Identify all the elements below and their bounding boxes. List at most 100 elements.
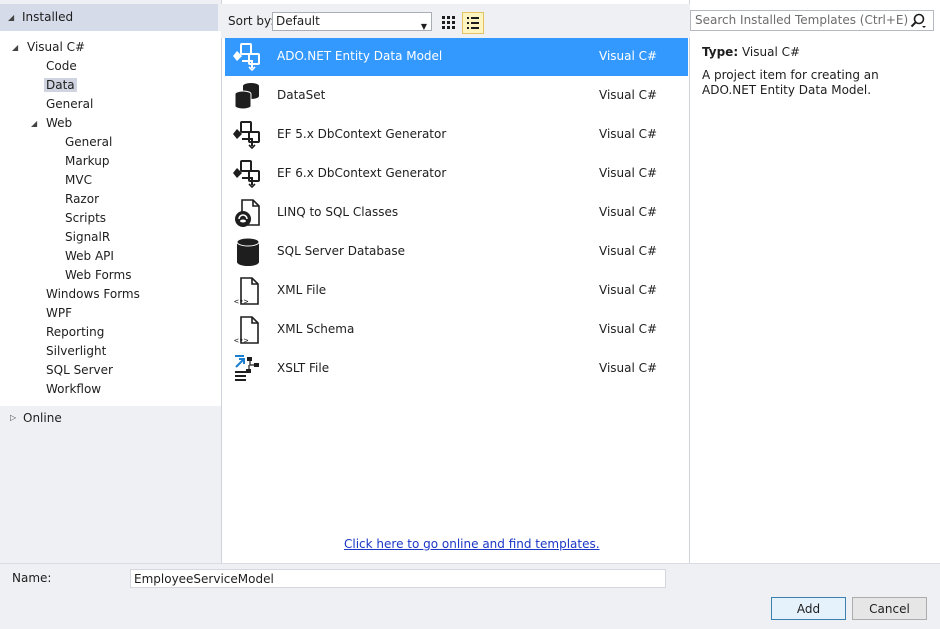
tree-item-label: Workflow [46,382,102,396]
name-input[interactable] [130,569,666,588]
tree-item-wpf[interactable]: WPF [46,305,72,322]
svg-text:<•>: <•> [234,336,249,345]
dataset-icon [232,80,264,112]
tree-item-signalr[interactable]: SignalR [65,229,110,246]
xml-file-icon: <•> [232,314,264,346]
tree-item-label: General [65,135,113,149]
type-value: Visual C# [741,45,801,59]
template-description: A project item for creating an ADO.NET E… [702,68,879,97]
name-label: Name: [12,571,52,585]
tree-item-visual-c-[interactable]: ◢ Visual C# [12,39,86,56]
tree-item-razor[interactable]: Razor [65,191,99,208]
sort-dropdown[interactable]: Default ▼ [272,12,432,31]
tree-node-label: Installed [22,10,74,24]
xslt-icon [232,353,264,385]
add-button[interactable]: Add [771,597,846,620]
tree-item-web-api[interactable]: Web API [65,248,114,265]
tree-item-web[interactable]: ◢ Web [31,115,73,132]
template-row[interactable]: <•> XML File Visual C# [225,272,688,310]
tree-item-label: Scripts [65,211,107,225]
tree-item-label: Markup [65,154,110,168]
tree-item-general[interactable]: General [65,134,112,151]
template-language: Visual C# [599,283,658,297]
tree-item-reporting[interactable]: Reporting [46,324,104,341]
tree-item-label: Data [44,78,77,92]
tree-item-markup[interactable]: Markup [65,153,109,170]
list-view-icon [467,17,479,29]
entity-model-icon [232,41,264,73]
search-icon[interactable] [909,12,927,30]
tree-item-workflow[interactable]: Workflow [46,381,101,398]
tree-item-label: Reporting [46,325,105,339]
template-row[interactable]: EF 6.x DbContext Generator Visual C# [225,155,688,193]
type-label: Type: [702,45,739,59]
tree-item-sql-server[interactable]: SQL Server [46,362,113,379]
tree-item-label: WPF [46,306,73,320]
search-placeholder: Search Installed Templates (Ctrl+E) [695,13,909,27]
template-toolbar: Sort by: Default ▼ [221,4,690,38]
template-name: SQL Server Database [277,244,405,258]
template-row[interactable]: DataSet Visual C# [225,77,688,115]
entity-model-icon [232,119,264,151]
tree-item-scripts[interactable]: Scripts [65,210,106,227]
collapsed-triangle-icon[interactable]: ▷ [10,414,16,422]
tree-item-label: Visual C# [27,40,86,54]
tree-item-data[interactable]: Data [44,77,77,94]
chevron-down-icon: ▼ [420,22,427,31]
tree-item-label: Silverlight [46,344,107,358]
template-name: XSLT File [277,361,330,375]
search-input[interactable]: Search Installed Templates (Ctrl+E) [690,10,934,31]
template-language: Visual C# [599,49,658,63]
tree-item-label: Code [46,59,77,73]
tree-item-label: Web [46,116,73,130]
linq-icon [232,197,264,229]
template-language: Visual C# [599,127,658,141]
tree-node-installed[interactable]: ◢ Installed [0,4,218,31]
template-row[interactable]: XSLT File Visual C# [225,350,688,388]
entity-model-icon [232,158,264,190]
expanded-triangle-icon[interactable]: ◢ [8,14,14,22]
template-row[interactable]: SQL Server Database Visual C# [225,233,688,271]
template-row[interactable]: ADO.NET Entity Data Model Visual C# [225,38,688,76]
online-templates-link[interactable]: Click here to go online and find templat… [344,537,600,551]
template-name: XML File [277,283,327,297]
template-name: EF 6.x DbContext Generator [277,166,447,180]
template-language: Visual C# [599,361,658,375]
tree-item-silverlight[interactable]: Silverlight [46,343,106,360]
template-name: LINQ to SQL Classes [277,205,399,219]
tree-item-windows-forms[interactable]: Windows Forms [46,286,140,303]
grid-view-button[interactable] [439,12,459,32]
template-row[interactable]: <•> XML Schema Visual C# [225,311,688,349]
tree-item-label: Razor [65,192,100,206]
template-row[interactable]: LINQ to SQL Classes Visual C# [225,194,688,232]
tree-item-label: SignalR [65,230,111,244]
xml-file-icon: <•> [232,275,264,307]
template-language: Visual C# [599,166,658,180]
tree-item-label: General [46,97,94,111]
template-language: Visual C# [599,88,658,102]
template-type: Type: Visual C# [702,45,800,59]
template-name: XML Schema [277,322,355,336]
list-view-button[interactable] [462,12,484,34]
cancel-button[interactable]: Cancel [852,597,927,620]
tree-item-mvc[interactable]: MVC [65,172,92,189]
tree-node-label: Online [23,411,62,425]
expanded-triangle-icon[interactable]: ◢ [31,120,37,128]
sort-label: Sort by: [228,14,275,28]
tree-item-web-forms[interactable]: Web Forms [65,267,131,284]
template-name: EF 5.x DbContext Generator [277,127,447,141]
tree-item-code[interactable]: Code [46,58,77,75]
tree-item-label: Web API [65,249,114,263]
grid-view-icon [442,16,455,29]
template-language: Visual C# [599,205,658,219]
template-name: ADO.NET Entity Data Model [277,49,443,63]
sort-value: Default [276,14,320,28]
tree-item-general[interactable]: General [46,96,93,113]
tree-installed-children [0,31,221,406]
template-row[interactable]: EF 5.x DbContext Generator Visual C# [225,116,688,154]
expanded-triangle-icon[interactable]: ◢ [12,44,18,52]
database-icon [232,236,264,268]
template-language: Visual C# [599,244,658,258]
svg-text:<•>: <•> [234,297,249,306]
tree-item-label: Web Forms [65,268,132,282]
